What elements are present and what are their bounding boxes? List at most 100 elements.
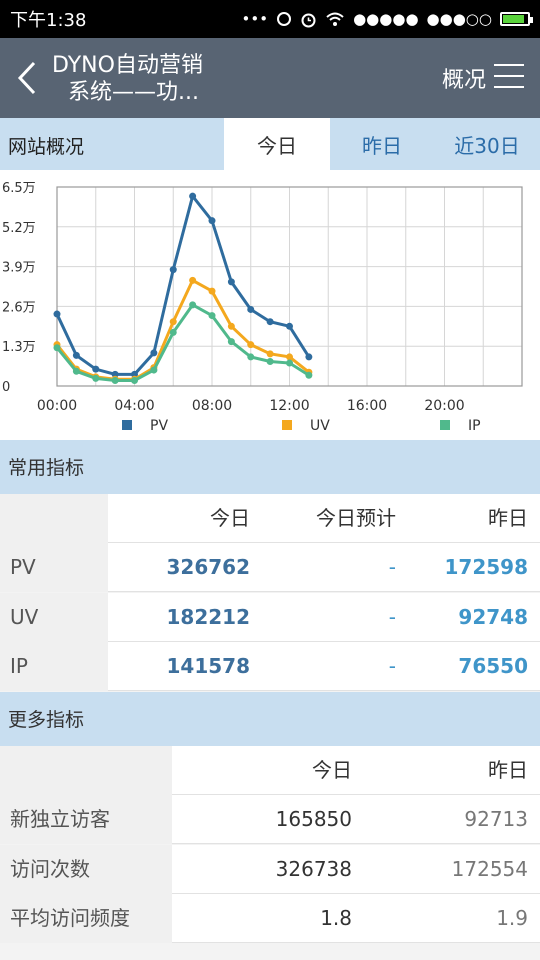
title-line2: 系统——功...	[68, 80, 199, 105]
legend-swatch-ip	[440, 420, 450, 430]
metric-today: 326762	[166, 555, 251, 579]
common-header-yesterday: 昨日	[488, 506, 528, 530]
metric-today: 165850	[275, 807, 352, 831]
metric-label: 访问次数	[0, 844, 172, 894]
title-line1: DYNO自动营销	[52, 53, 203, 78]
x-tick-label: 08:00	[192, 398, 232, 414]
data-point-uv	[266, 350, 274, 358]
data-point-pv	[266, 318, 274, 326]
more-table-header: 今日 昨日	[0, 746, 540, 795]
common-table-row: IP 141578 - 76550	[0, 642, 540, 692]
metric-yesterday: 92748	[458, 604, 528, 629]
metric-yesterday: 76550	[458, 654, 528, 679]
data-point-ip	[92, 374, 100, 382]
more-header-today: 今日	[312, 758, 352, 782]
data-point-ip	[150, 366, 158, 374]
legend-label-uv: UV	[310, 418, 330, 434]
status-icons: ••• ●●●●● ●●●○○	[241, 10, 533, 28]
wifi-icon	[326, 12, 344, 26]
section-title-overview: 网站概况	[8, 136, 85, 158]
legend-swatch-pv	[122, 420, 132, 430]
more-dots-icon: •••	[241, 10, 269, 28]
common-header-today: 今日	[210, 506, 250, 530]
metric-label: IP	[0, 642, 108, 692]
data-point-uv	[286, 353, 293, 361]
metric-yesterday: 1.9	[496, 906, 528, 931]
y-tick-label: 3.9万	[2, 261, 36, 276]
metric-label: PV	[0, 543, 108, 592]
data-point-uv	[227, 322, 235, 330]
data-point-uv	[169, 318, 177, 326]
data-point-ip	[131, 376, 138, 384]
back-arrow-icon[interactable]	[12, 59, 46, 97]
metric-forecast: -	[388, 654, 396, 679]
tab-30-days[interactable]: 近30日	[434, 118, 540, 170]
y-tick-label: 6.5万	[2, 181, 36, 196]
more-table-row: 访问次数 326738 172554	[0, 844, 540, 894]
battery-icon	[500, 12, 533, 26]
data-point-ip	[72, 367, 80, 375]
app-bar: DYNO自动营销 系统——功... 概况	[0, 38, 540, 118]
section-header-more: 更多指标	[0, 692, 540, 746]
y-tick-label: 5.2万	[2, 221, 36, 236]
data-point-ip	[286, 359, 293, 367]
y-tick-label: 2.6万	[2, 300, 36, 315]
data-point-pv	[169, 266, 177, 274]
data-point-ip	[305, 371, 313, 379]
signal-strength-1: ●●●●●	[353, 10, 419, 28]
more-table-row: 平均访问频度 1.8 1.9	[0, 894, 540, 944]
x-tick-label: 12:00	[269, 398, 309, 414]
metric-today: 141578	[166, 654, 251, 679]
status-bar: 下午1:38 ••• ●●●●● ●●●○○	[0, 0, 540, 38]
y-tick-label: 1.3万	[2, 340, 36, 355]
data-point-pv	[53, 310, 61, 318]
legend-label-ip: IP	[468, 418, 481, 434]
traffic-line-chart: 6.5万 5.2万 3.9万 2.6万 1.3万 0 00:00 04:00 08:00 12:0…	[2, 181, 523, 434]
alarm-icon	[301, 13, 316, 27]
data-point-pv	[305, 353, 313, 361]
status-time: 下午1:38	[10, 10, 87, 31]
metric-today: 182212	[166, 604, 251, 629]
metric-today: 1.8	[320, 906, 352, 931]
series-line-pv	[55, 192, 311, 376]
y-tick-label: 0	[2, 380, 10, 395]
overview-tabs: 网站概况 今日 昨日 近30日	[0, 118, 540, 170]
x-tick-label: 00:00	[37, 398, 77, 414]
current-page-label: 概况	[441, 68, 486, 93]
x-tick-label: 04:00	[114, 398, 154, 414]
tab-yesterday[interactable]: 昨日	[330, 118, 434, 170]
data-point-pv	[72, 351, 80, 359]
legend-swatch-uv	[282, 420, 292, 430]
do-not-disturb-icon	[277, 12, 292, 26]
data-point-ip	[247, 353, 255, 361]
data-point-ip	[227, 338, 235, 346]
more-table-row: 新独立访客 165850 92713	[0, 795, 540, 844]
metric-forecast: -	[388, 555, 396, 579]
data-point-ip	[53, 344, 61, 352]
metric-label: 新独立访客	[0, 795, 172, 844]
data-point-pv	[92, 365, 100, 373]
data-point-pv	[150, 349, 158, 357]
common-table-header: 今日 今日预计 昨日	[0, 494, 540, 543]
signal-strength-2: ●●●○○	[426, 10, 492, 28]
metric-forecast: -	[388, 604, 396, 629]
section-header-common: 常用指标	[0, 440, 540, 494]
data-point-ip	[111, 376, 119, 384]
x-tick-label: 20:00	[424, 398, 464, 414]
data-point-ip	[208, 312, 216, 320]
data-point-pv	[247, 305, 255, 313]
common-header-forecast: 今日预计	[316, 506, 396, 530]
more-header-yesterday: 昨日	[488, 758, 528, 782]
metric-yesterday: 172598	[444, 555, 529, 579]
metric-label: 平均访问频度	[0, 894, 172, 944]
x-tick-label: 16:00	[347, 398, 387, 414]
data-point-pv	[227, 278, 235, 286]
tab-today[interactable]: 今日	[224, 118, 330, 170]
metric-yesterday: 92713	[464, 807, 528, 831]
menu-icon[interactable]	[494, 64, 524, 90]
metric-yesterday: 172554	[451, 856, 528, 881]
common-table-row: PV 326762 - 172598	[0, 543, 540, 592]
common-table-row: UV 182212 - 92748	[0, 592, 540, 642]
data-point-uv	[189, 276, 197, 284]
data-point-ip	[266, 358, 274, 366]
